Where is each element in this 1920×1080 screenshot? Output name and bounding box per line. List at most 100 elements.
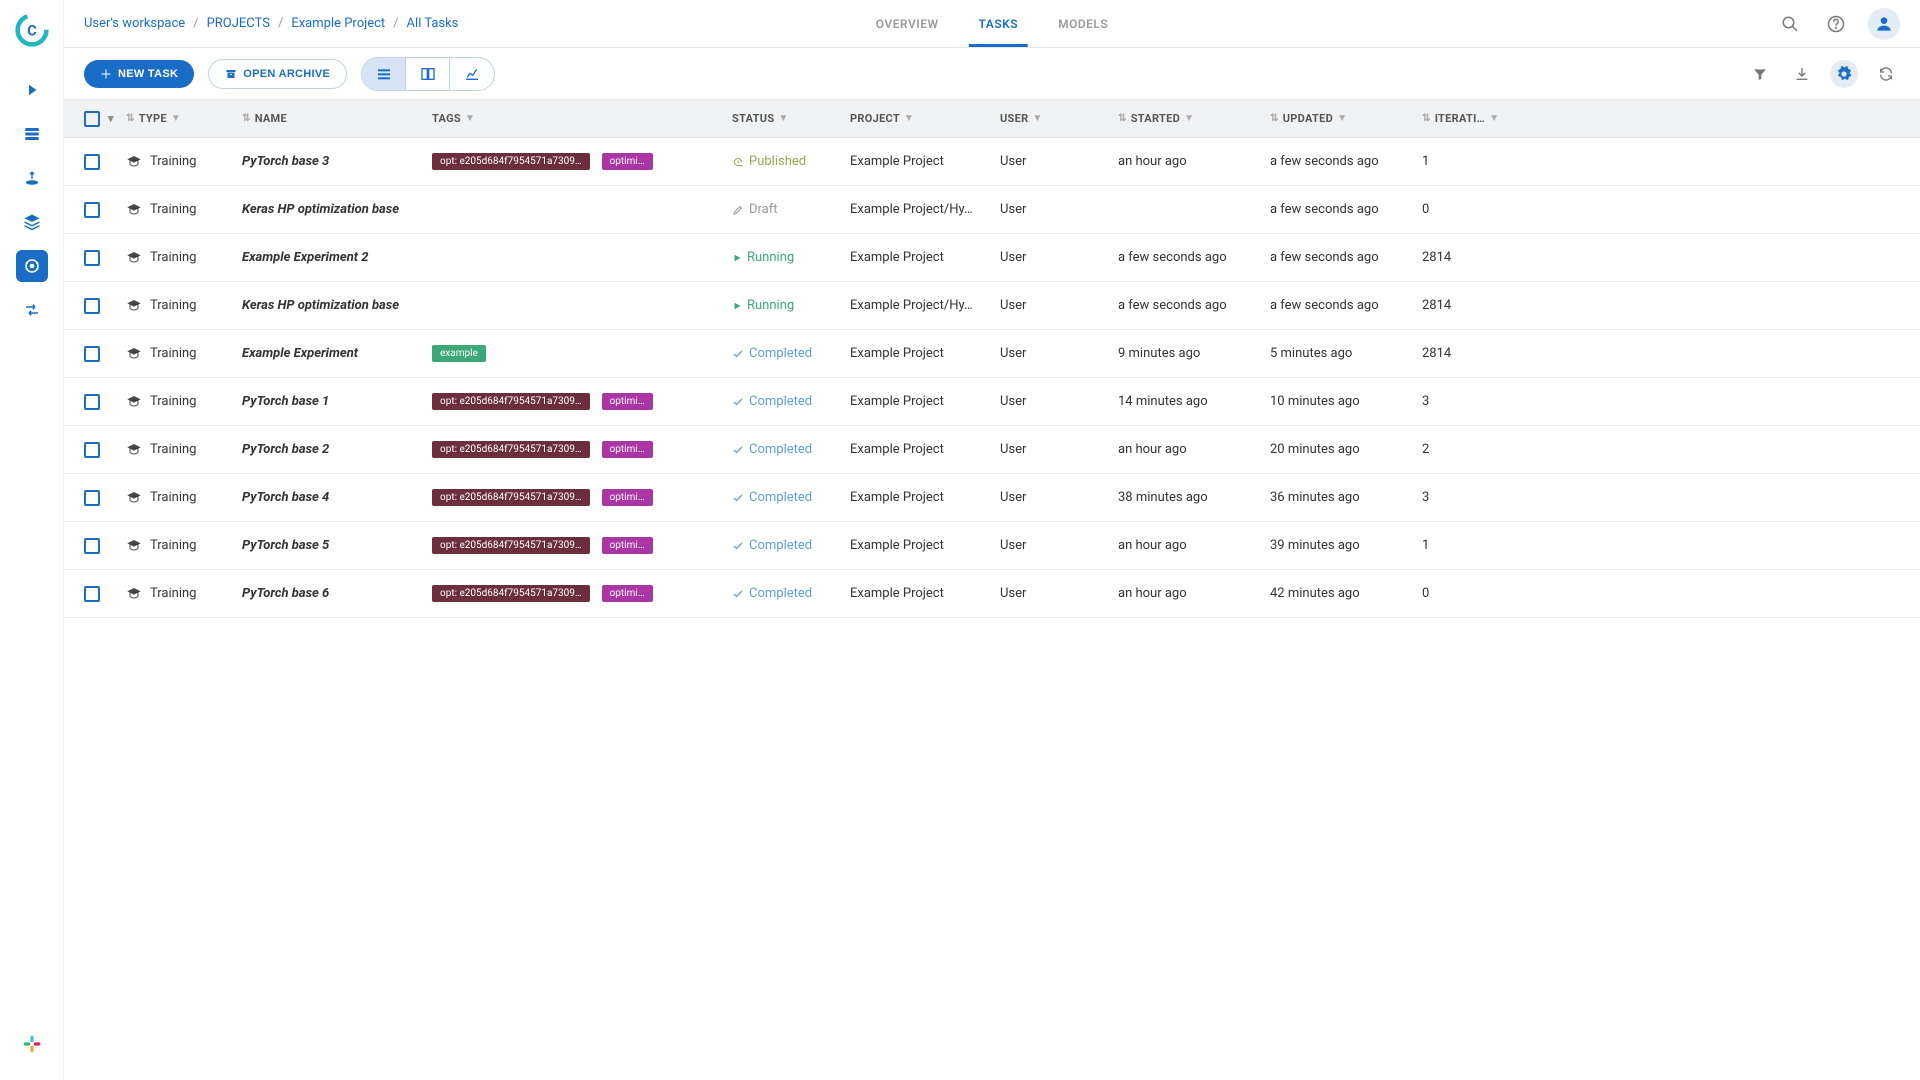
started-label: a few seconds ago [1118, 298, 1227, 313]
filter-icon[interactable]: ▼ [465, 113, 475, 124]
sort-icon[interactable]: ⇅ [126, 113, 135, 124]
nav-servers-icon[interactable] [16, 118, 48, 150]
col-user[interactable]: USER [1000, 112, 1028, 125]
col-name[interactable]: NAME [255, 112, 287, 125]
project-label: Example Project [850, 346, 944, 361]
breadcrumb-workspace[interactable]: User's workspace [84, 16, 185, 31]
tags-cell: example [432, 345, 732, 362]
col-type[interactable]: TYPE [139, 112, 167, 125]
type-label: Training [150, 202, 196, 217]
iterations-label: 1 [1422, 538, 1429, 553]
training-icon [126, 442, 142, 458]
nav-compare-icon[interactable] [16, 294, 48, 326]
row-checkbox[interactable] [84, 490, 100, 506]
slack-icon[interactable] [16, 1028, 48, 1060]
table-row[interactable]: Training PyTorch base 4 opt: e205d684f79… [64, 474, 1920, 522]
col-status[interactable]: STATUS [732, 112, 774, 125]
help-icon[interactable] [1822, 10, 1850, 38]
view-detail-icon[interactable] [406, 58, 450, 90]
filter-icon[interactable]: ▼ [904, 113, 914, 124]
col-iterations[interactable]: ITERATI… [1435, 112, 1485, 125]
download-icon[interactable] [1788, 60, 1816, 88]
col-updated[interactable]: UPDATED [1283, 112, 1333, 125]
row-checkbox[interactable] [84, 394, 100, 410]
tag: optimi… [602, 441, 653, 458]
updated-label: a few seconds ago [1270, 154, 1379, 169]
tag: opt: e205d684f7954571a7309… [432, 489, 590, 506]
filter-icon[interactable]: ▼ [171, 113, 181, 124]
nav-experiments-icon[interactable] [16, 250, 48, 282]
col-started[interactable]: STARTED [1131, 112, 1180, 125]
tags-cell: opt: e205d684f7954571a7309…optimi… [432, 489, 732, 506]
tab-overview[interactable]: OVERVIEW [876, 0, 939, 47]
row-checkbox[interactable] [84, 346, 100, 362]
table-row[interactable]: Training Example Experiment 2 Running Ex… [64, 234, 1920, 282]
col-tags[interactable]: TAGS [432, 112, 461, 125]
view-list-icon[interactable] [362, 58, 406, 90]
refresh-icon[interactable] [1872, 60, 1900, 88]
task-name: PyTorch base 4 [242, 490, 329, 505]
breadcrumb-current: All Tasks [407, 16, 459, 31]
filter-icon[interactable]: ▼ [1337, 113, 1347, 124]
row-checkbox[interactable] [84, 586, 100, 602]
filter-icon[interactable]: ▼ [1489, 113, 1499, 124]
project-label: Example Project [850, 250, 944, 265]
project-label: Example Project [850, 394, 944, 409]
row-checkbox[interactable] [84, 442, 100, 458]
status-badge: Running [732, 250, 794, 265]
training-icon [126, 298, 142, 314]
chevron-down-icon[interactable]: ▾ [108, 112, 114, 125]
filter-icon[interactable] [1746, 60, 1774, 88]
filter-icon[interactable]: ▼ [1032, 113, 1042, 124]
sort-icon[interactable]: ⇅ [242, 113, 251, 124]
col-project[interactable]: PROJECT [850, 112, 900, 125]
type-label: Training [150, 298, 196, 313]
table-row[interactable]: Training PyTorch base 1 opt: e205d684f79… [64, 378, 1920, 426]
table-row[interactable]: Training PyTorch base 5 opt: e205d684f79… [64, 522, 1920, 570]
sort-icon[interactable]: ⇅ [1270, 113, 1279, 124]
row-checkbox[interactable] [84, 250, 100, 266]
breadcrumb-project[interactable]: Example Project [291, 16, 385, 31]
table-row[interactable]: Training Keras HP optimization base Draf… [64, 186, 1920, 234]
table-row[interactable]: Training PyTorch base 3 opt: e205d684f79… [64, 138, 1920, 186]
user-avatar[interactable] [1868, 8, 1900, 40]
status-badge: Draft [732, 202, 778, 217]
archive-icon [225, 68, 237, 80]
type-label: Training [150, 154, 196, 169]
tab-models[interactable]: MODELS [1058, 0, 1108, 47]
table-row[interactable]: Training Example Experiment example Comp… [64, 330, 1920, 378]
tags-cell: opt: e205d684f7954571a7309…optimi… [432, 537, 732, 554]
breadcrumb-projects[interactable]: PROJECTS [207, 16, 270, 31]
search-icon[interactable] [1776, 10, 1804, 38]
sort-icon[interactable]: ⇅ [1118, 113, 1127, 124]
settings-icon[interactable] [1830, 60, 1858, 88]
status-badge: Completed [732, 538, 812, 553]
table-row[interactable]: Training Keras HP optimization base Runn… [64, 282, 1920, 330]
tab-tasks[interactable]: TASKS [979, 0, 1019, 47]
select-all-checkbox[interactable] [84, 111, 100, 127]
row-checkbox[interactable] [84, 298, 100, 314]
nav-cloud-icon[interactable] [16, 162, 48, 194]
nav-layers-icon[interactable] [16, 206, 48, 238]
new-task-button[interactable]: NEW TASK [84, 60, 194, 88]
sort-icon[interactable]: ⇅ [1422, 113, 1431, 124]
task-name: Example Experiment [242, 346, 358, 361]
row-checkbox[interactable] [84, 538, 100, 554]
open-archive-button[interactable]: OPEN ARCHIVE [208, 59, 347, 89]
project-label: Example Project [850, 538, 944, 553]
iterations-label: 0 [1422, 586, 1429, 601]
row-checkbox[interactable] [84, 154, 100, 170]
app-logo: C [14, 12, 50, 48]
filter-icon[interactable]: ▼ [1184, 113, 1194, 124]
filter-icon[interactable]: ▼ [778, 113, 788, 124]
nav-run-icon[interactable] [16, 74, 48, 106]
breadcrumb-separator: / [278, 16, 283, 31]
updated-label: a few seconds ago [1270, 298, 1379, 313]
tag: example [432, 345, 486, 362]
view-chart-icon[interactable] [450, 58, 494, 90]
table-row[interactable]: Training PyTorch base 2 opt: e205d684f79… [64, 426, 1920, 474]
type-label: Training [150, 250, 196, 265]
tag: opt: e205d684f7954571a7309… [432, 153, 590, 170]
table-row[interactable]: Training PyTorch base 6 opt: e205d684f79… [64, 570, 1920, 618]
row-checkbox[interactable] [84, 202, 100, 218]
